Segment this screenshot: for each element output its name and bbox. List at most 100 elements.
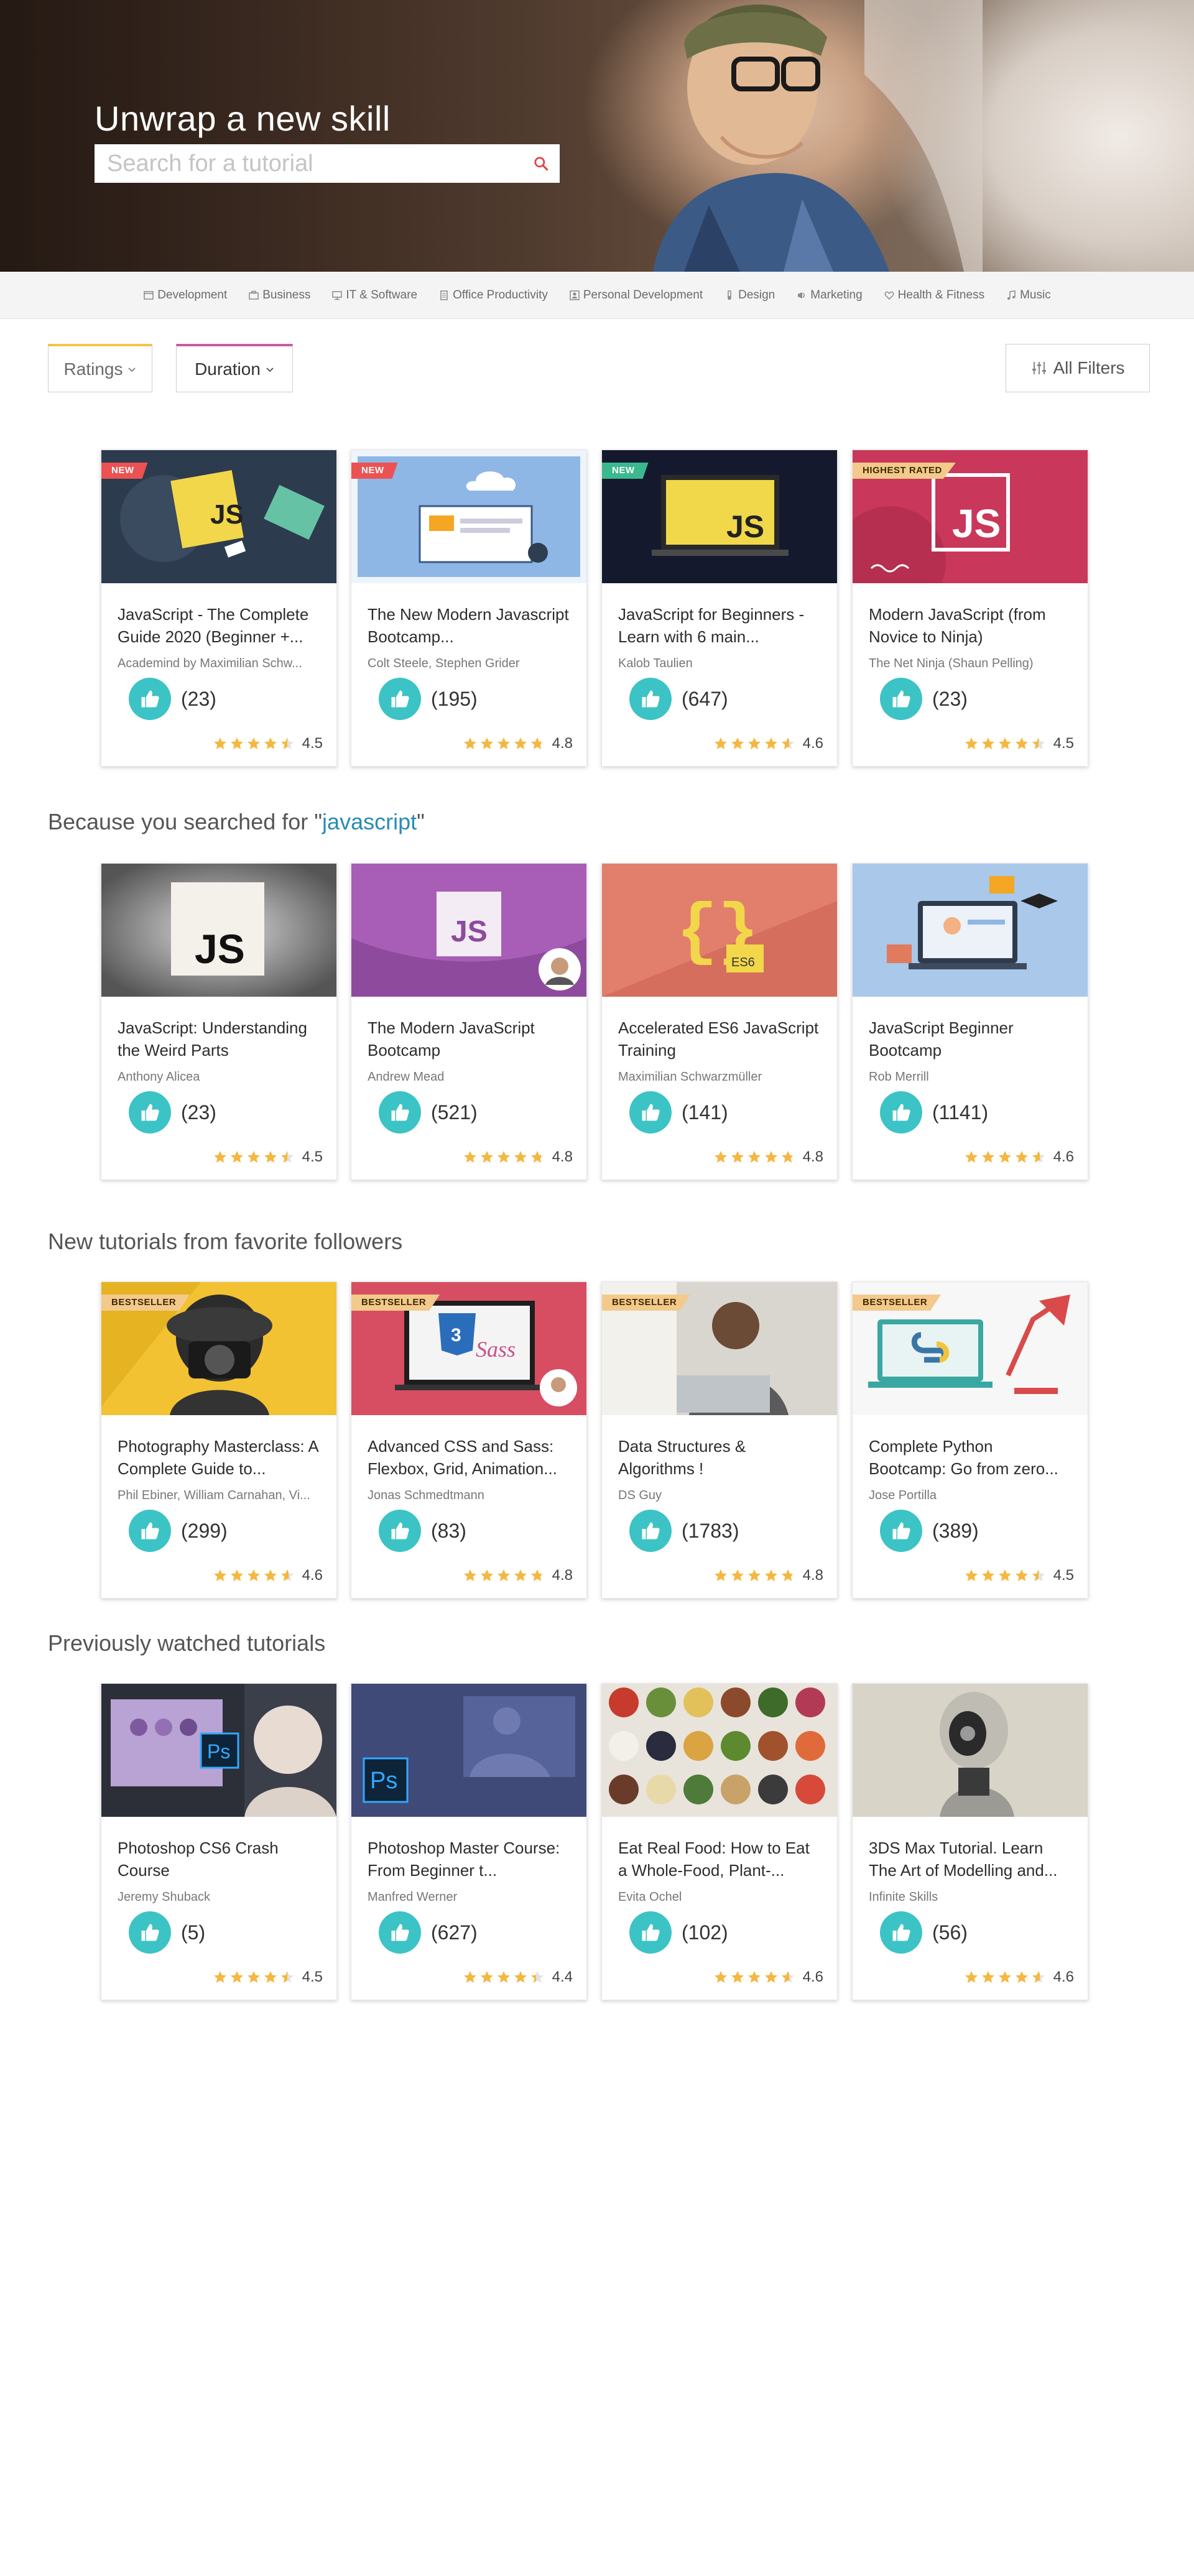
category-music[interactable]: Music	[1006, 289, 1051, 302]
filter-bar: Ratings Duration All Filters	[0, 319, 1194, 400]
course-stats: (23) 4.5	[880, 678, 1074, 752]
like-button[interactable]	[379, 1510, 421, 1552]
course-card[interactable]: JavaScript Beginner Bootcamp Rob Merrill…	[852, 863, 1088, 1180]
course-card[interactable]: 3DS Max Tutorial. Learn The Art of Model…	[852, 1683, 1088, 2000]
course-author: Colt Steele, Stephen Grider	[368, 657, 520, 670]
like-button[interactable]	[629, 1510, 672, 1552]
rating-line: 4.5	[964, 1567, 1074, 1584]
star-icon	[965, 737, 978, 749]
category-design[interactable]: Design	[724, 289, 775, 302]
star-icon	[230, 1569, 243, 1581]
like-button[interactable]	[629, 678, 672, 720]
course-card[interactable]: Eat Real Food: How to Eat a Whole-Food, …	[601, 1683, 838, 2000]
course-stats: (389) 4.5	[880, 1510, 1074, 1584]
like-count: (102)	[682, 1921, 728, 1944]
category-label: Health & Fitness	[897, 288, 985, 302]
duration-filter[interactable]: Duration	[176, 344, 293, 392]
category-personal-development[interactable]: Personal Development	[569, 289, 703, 302]
thumbs-up-icon	[389, 1520, 411, 1542]
course-thumbnail: Ps	[351, 1684, 586, 1817]
course-author: The Net Ninja (Shaun Pelling)	[869, 657, 1034, 670]
rating-line: 4.8	[463, 1148, 573, 1166]
sliders-icon	[1032, 362, 1047, 374]
category-marketing[interactable]: Marketing	[796, 289, 863, 302]
like-button[interactable]	[629, 1091, 672, 1133]
course-card[interactable]: JS NEW JavaScript - The Complete Guide 2…	[101, 450, 337, 767]
ratings-filter[interactable]: Ratings	[48, 344, 152, 392]
star-icon	[731, 737, 744, 749]
star-icon	[480, 737, 493, 749]
category-development[interactable]: Development	[143, 289, 227, 302]
search-button[interactable]	[522, 145, 560, 182]
course-card[interactable]: BESTSELLER Photography Masterclass: A Co…	[101, 1281, 337, 1599]
star-rating	[463, 1970, 545, 1985]
star-rating	[713, 736, 795, 751]
star-icon	[530, 737, 544, 749]
like-button[interactable]	[129, 1510, 171, 1552]
course-title: Accelerated ES6 JavaScript Training	[618, 1018, 819, 1059]
course-card[interactable]: JS The Modern JavaScript Bootcamp Andrew…	[351, 863, 587, 1180]
like-button[interactable]	[129, 1091, 171, 1133]
course-card[interactable]: NEW The New Modern Javascript Bootcamp..…	[351, 450, 587, 767]
category-health-fitness[interactable]: Health & Fitness	[884, 289, 984, 302]
rating-line: 4.6	[713, 1969, 823, 1986]
course-card[interactable]: Ps Photoshop CS6 Crash Course Jeremy Shu…	[101, 1683, 337, 2000]
star-rating	[213, 1970, 295, 1985]
like-button[interactable]	[379, 1091, 421, 1133]
thumbs-up-icon	[389, 1101, 411, 1124]
course-title: 3DS Max Tutorial. Learn The Art of Model…	[869, 1839, 1058, 1880]
like-button[interactable]	[629, 1911, 672, 1954]
star-icon	[965, 1569, 978, 1581]
thumbs-up-icon	[639, 1101, 662, 1124]
svg-text:JS: JS	[195, 926, 245, 972]
all-filters-button[interactable]: All Filters	[1006, 344, 1150, 392]
course-card[interactable]: JS JavaScript: Understanding the Weird P…	[101, 863, 337, 1180]
like-button[interactable]	[880, 678, 922, 720]
course-author: Jeremy Shuback	[118, 1890, 210, 1904]
like-button[interactable]	[129, 678, 171, 720]
ratings-filter-label: Ratings	[63, 359, 123, 379]
course-title: Modern JavaScript (from Novice to Ninja)	[869, 605, 1046, 646]
rating-value: 4.8	[552, 1567, 573, 1584]
course-card[interactable]: JS NEW JavaScript for Beginners - Learn …	[601, 450, 838, 767]
like-button[interactable]	[880, 1510, 922, 1552]
search-input[interactable]	[95, 145, 522, 182]
star-icon	[463, 737, 476, 749]
star-icon	[998, 1151, 1011, 1163]
course-grid-searched: JS JavaScript: Understanding the Weird P…	[101, 863, 1090, 1180]
course-card[interactable]: {} ES6 Accelerated ES6 JavaScript Trainin…	[601, 863, 838, 1180]
star-icon	[213, 737, 226, 749]
course-card[interactable]: JS HIGHEST RATED Modern JavaScript (from…	[852, 450, 1088, 767]
star-icon	[981, 737, 994, 749]
category-office-productivity[interactable]: Office Productivity	[438, 289, 548, 302]
like-button[interactable]	[379, 1911, 421, 1954]
course-card[interactable]: Ps Photoshop Master Course: From Beginne…	[351, 1683, 587, 2000]
star-icon	[230, 1151, 243, 1163]
document-icon	[440, 290, 448, 300]
like-button[interactable]	[379, 678, 421, 720]
rating-line: 4.5	[213, 1969, 323, 1986]
course-grid-featured: JS NEW JavaScript - The Complete Guide 2…	[101, 450, 1090, 767]
rating-line: 4.8	[713, 1148, 823, 1166]
svg-text:Sass: Sass	[476, 1337, 516, 1362]
megaphone-icon	[798, 292, 805, 298]
like-button[interactable]	[880, 1911, 922, 1954]
rating-value: 4.5	[302, 735, 323, 752]
rating-value: 4.5	[1053, 1567, 1074, 1584]
category-business[interactable]: Business	[248, 289, 310, 302]
content: JS NEW JavaScript - The Complete Guide 2…	[0, 400, 1194, 2576]
search-keyword[interactable]: javascript	[322, 809, 417, 834]
star-icon	[714, 737, 727, 749]
course-title: JavaScript Beginner Bootcamp	[869, 1018, 1014, 1059]
star-icon	[1015, 1971, 1028, 1983]
category-label: Development	[157, 288, 228, 302]
category-label: Office Productivity	[453, 288, 548, 302]
category-it-software[interactable]: IT & Software	[331, 289, 417, 302]
course-card[interactable]: 3 Sass BESTSELLER Advanced CSS and Sass: …	[351, 1281, 587, 1599]
like-count: (195)	[431, 688, 478, 710]
like-button[interactable]	[880, 1091, 922, 1133]
chevron-down-icon	[128, 367, 136, 372]
course-card[interactable]: BESTSELLER Complete Python Bootcamp: Go …	[852, 1281, 1088, 1599]
course-card[interactable]: BESTSELLER Data Structures & Algorithms …	[601, 1281, 838, 1599]
like-button[interactable]	[129, 1911, 171, 1954]
